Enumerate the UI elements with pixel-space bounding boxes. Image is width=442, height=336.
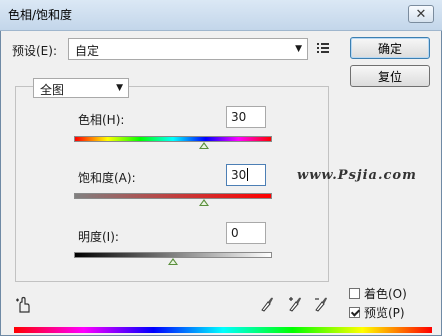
- saturation-slider-thumb[interactable]: [199, 199, 209, 206]
- channel-dropdown[interactable]: 全图 ▼: [33, 78, 129, 98]
- eyedropper-icon[interactable]: [260, 296, 274, 312]
- eyedropper-plus-icon[interactable]: [288, 296, 302, 312]
- lightness-slider-thumb[interactable]: [168, 258, 178, 265]
- saturation-label: 饱和度(A):: [78, 171, 136, 185]
- preset-dropdown[interactable]: 自定 ▼: [68, 38, 308, 60]
- color-spectrum-bar: [14, 327, 432, 333]
- saturation-slider-track[interactable]: [74, 193, 272, 199]
- colorize-option[interactable]: 着色(O): [349, 285, 407, 302]
- lightness-input[interactable]: 0: [226, 222, 266, 244]
- hue-label: 色相(H):: [78, 113, 125, 127]
- preview-option[interactable]: 预览(P): [349, 304, 405, 321]
- title-bar[interactable]: 色相/饱和度 ✕: [0, 0, 442, 31]
- saturation-value: 30: [231, 168, 247, 182]
- hue-saturation-dialog: 色相/饱和度 ✕ 预设(E): 自定 ▼ 确定 复位 全图 ▼ 色相(H): 3…: [0, 0, 442, 336]
- hue-slider-track[interactable]: [74, 136, 272, 142]
- hue-slider-thumb[interactable]: [199, 142, 209, 149]
- dialog-title: 色相/饱和度: [8, 8, 73, 22]
- eyedropper-minus-icon[interactable]: [314, 296, 328, 312]
- lightness-label: 明度(I):: [78, 230, 119, 244]
- close-button[interactable]: ✕: [408, 5, 434, 23]
- colorize-checkbox[interactable]: [349, 288, 360, 299]
- preset-label: 预设(E):: [12, 44, 57, 58]
- preview-label: 预览(P): [364, 306, 405, 320]
- watermark-text: www.Psjia.com: [297, 168, 417, 183]
- preset-value: 自定: [75, 44, 100, 58]
- ok-button[interactable]: 确定: [350, 37, 430, 59]
- close-icon: ✕: [415, 6, 427, 22]
- chevron-down-icon: ▼: [116, 83, 123, 93]
- saturation-input[interactable]: 30: [226, 164, 266, 186]
- chevron-down-icon: ▼: [295, 44, 302, 54]
- text-caret: [247, 168, 249, 181]
- hue-input[interactable]: 30: [226, 106, 266, 128]
- preview-checkbox[interactable]: [349, 307, 360, 318]
- list-menu-icon[interactable]: [317, 42, 331, 54]
- reset-button[interactable]: 复位: [350, 65, 430, 87]
- hand-target-icon[interactable]: [15, 296, 33, 314]
- channel-value: 全图: [40, 83, 65, 97]
- colorize-label: 着色(O): [364, 287, 407, 301]
